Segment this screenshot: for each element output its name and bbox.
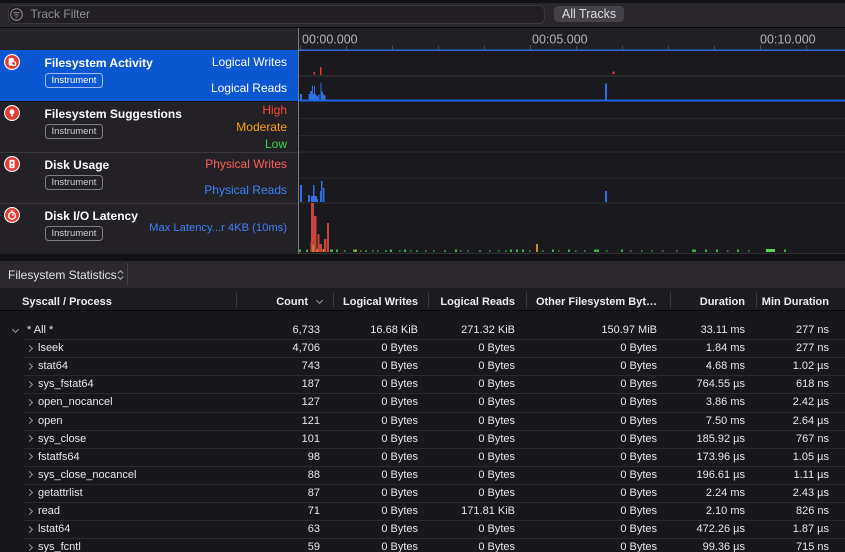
svg-text:00:10.000: 00:10.000 (760, 33, 816, 47)
svg-text:00:00.000: 00:00.000 (302, 33, 358, 47)
svg-text:00:05.000: 00:05.000 (532, 33, 588, 47)
